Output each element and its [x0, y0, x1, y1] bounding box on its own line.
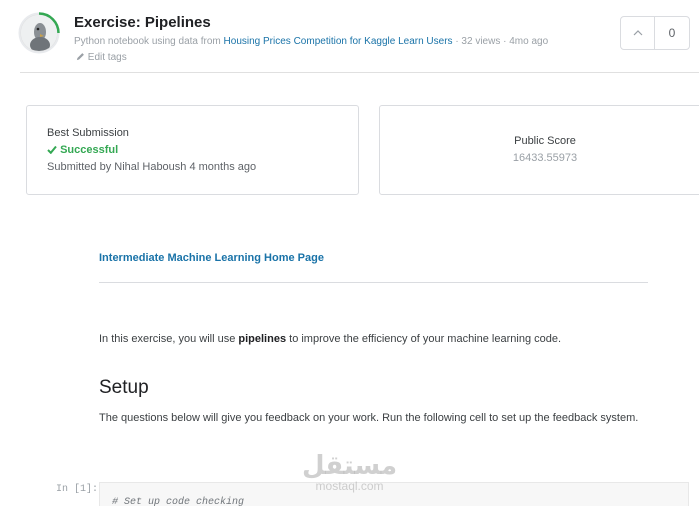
horizontal-rule [99, 282, 648, 283]
intro-paragraph: In this exercise, you will use pipelines… [99, 333, 561, 345]
progress-ring [18, 12, 60, 54]
cell-prompt: In [1]: [56, 484, 99, 495]
chevron-up-icon [633, 30, 642, 36]
public-score-value: 16433.55973 [512, 152, 578, 164]
watermark: مستقل mostaql.com [302, 452, 397, 492]
notebook-header: Exercise: Pipelines Python notebook usin… [0, 0, 699, 73]
edit-tags-link[interactable]: Edit tags [76, 52, 127, 63]
intro-text-end: to improve the efficiency of your machin… [286, 333, 562, 345]
watermark-arabic: مستقل [302, 451, 398, 481]
public-score-card: Public Score 16433.55973 [379, 105, 699, 195]
code-comment: # Set up code checking [112, 497, 245, 506]
intro-bold-term: pipelines [238, 333, 287, 345]
best-submission-label: Best Submission [47, 127, 129, 139]
vote-widget: 0 [620, 16, 690, 50]
subtitle-meta: · 32 views · 4mo ago [452, 36, 549, 47]
edit-tags-label: Edit tags [87, 52, 127, 63]
dataset-link[interactable]: Housing Prices Competition for Kaggle Le… [224, 36, 453, 47]
page-title: Exercise: Pipelines [74, 14, 211, 31]
header-divider [20, 72, 699, 73]
pencil-icon [76, 53, 84, 61]
submission-status-text: Successful [60, 144, 119, 156]
subtitle-prefix: Python notebook using data from [74, 36, 224, 47]
vote-count: 0 [668, 26, 676, 40]
setup-heading: Setup [99, 377, 149, 398]
check-icon [47, 145, 57, 155]
upvote-button[interactable] [621, 17, 655, 49]
submitted-by: Submitted by Nihal Haboush 4 months ago [47, 161, 257, 173]
best-submission-card: Best Submission Successful Submitted by … [26, 105, 359, 195]
notebook-subtitle: Python notebook using data from Housing … [74, 36, 548, 47]
watermark-latin: mostaql.com [315, 479, 384, 493]
intro-text-start: In this exercise, you will use [99, 333, 239, 345]
setup-description: The questions below will give you feedba… [99, 412, 639, 424]
public-score-label: Public Score [514, 135, 576, 147]
home-page-link[interactable]: Intermediate Machine Learning Home Page [99, 252, 324, 264]
submission-status: Successful [47, 144, 118, 156]
